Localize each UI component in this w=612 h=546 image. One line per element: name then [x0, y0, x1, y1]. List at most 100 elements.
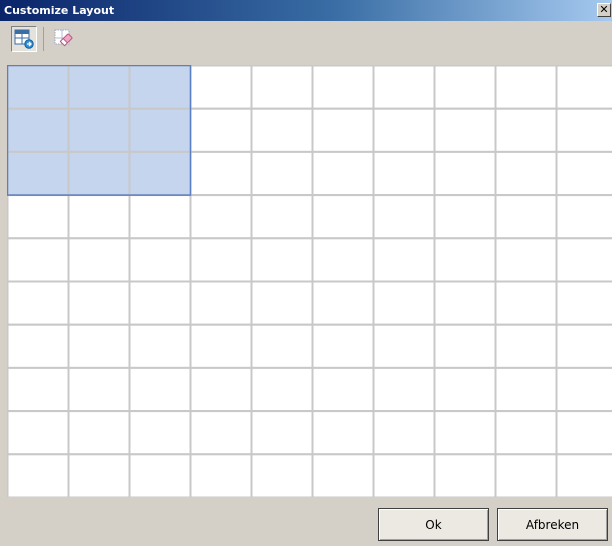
grid-cell[interactable]	[311, 280, 375, 326]
grid-cell[interactable]	[7, 194, 70, 240]
grid-cell[interactable]	[494, 150, 558, 197]
grid-cell-selected[interactable]	[67, 150, 131, 197]
grid-cell[interactable]	[372, 65, 436, 110]
grid-cell[interactable]	[494, 280, 558, 326]
grid-cell[interactable]	[7, 366, 70, 413]
grid-cell[interactable]	[433, 453, 497, 497]
grid-cell[interactable]	[311, 323, 375, 369]
grid-cell[interactable]	[189, 366, 253, 413]
grid-cell[interactable]	[494, 237, 558, 283]
grid-cell[interactable]	[250, 453, 314, 497]
grid-cell[interactable]	[494, 65, 558, 110]
grid-cell[interactable]	[128, 323, 192, 369]
grid-cell[interactable]	[311, 237, 375, 283]
grid-cell[interactable]	[372, 280, 436, 326]
grid-cell[interactable]	[189, 410, 253, 456]
grid-cell[interactable]	[555, 280, 612, 326]
grid-cell[interactable]	[433, 150, 497, 197]
grid-cell-selected[interactable]	[7, 107, 70, 153]
grid-cell[interactable]	[372, 150, 436, 197]
grid-cell[interactable]	[433, 280, 497, 326]
grid-cell[interactable]	[67, 194, 131, 240]
grid-cell[interactable]	[433, 237, 497, 283]
grid-cell[interactable]	[433, 107, 497, 153]
grid-cell-selected[interactable]	[128, 150, 192, 197]
grid-cell[interactable]	[250, 194, 314, 240]
grid-cell[interactable]	[189, 323, 253, 369]
grid-cell[interactable]	[250, 107, 314, 153]
close-button[interactable]: ✕	[597, 3, 611, 17]
grid-cell[interactable]	[433, 65, 497, 110]
grid-cell[interactable]	[494, 410, 558, 456]
grid-cell[interactable]	[433, 323, 497, 369]
grid-cell-selected[interactable]	[7, 150, 70, 197]
grid-cell[interactable]	[555, 453, 612, 497]
grid-cell-selected[interactable]	[67, 107, 131, 153]
grid-cell[interactable]	[7, 410, 70, 456]
table-layout-tool-button[interactable]	[11, 26, 37, 52]
grid-cell[interactable]	[7, 280, 70, 326]
grid-cell[interactable]	[372, 453, 436, 497]
grid-cell[interactable]	[128, 237, 192, 283]
grid-cell[interactable]	[250, 237, 314, 283]
grid-cell[interactable]	[555, 410, 612, 456]
grid-cell[interactable]	[128, 280, 192, 326]
grid-cell-selected[interactable]	[128, 65, 192, 110]
grid-cell[interactable]	[372, 194, 436, 240]
grid-cell[interactable]	[311, 107, 375, 153]
grid-cell[interactable]	[555, 237, 612, 283]
grid-cell-selected[interactable]	[7, 65, 70, 110]
grid-cell[interactable]	[433, 410, 497, 456]
grid-cell[interactable]	[67, 410, 131, 456]
grid-cell[interactable]	[311, 453, 375, 497]
grid-cell[interactable]	[311, 194, 375, 240]
grid-cell[interactable]	[250, 366, 314, 413]
ok-button[interactable]: Ok	[378, 508, 489, 541]
grid-cell[interactable]	[128, 366, 192, 413]
grid-cell[interactable]	[311, 150, 375, 197]
grid-cell[interactable]	[250, 323, 314, 369]
grid-cell[interactable]	[372, 107, 436, 153]
grid-cell[interactable]	[128, 453, 192, 497]
grid-cell[interactable]	[372, 366, 436, 413]
grid-cell[interactable]	[67, 237, 131, 283]
grid-cell[interactable]	[250, 410, 314, 456]
grid-cell[interactable]	[555, 65, 612, 110]
cancel-button[interactable]: Afbreken	[497, 508, 608, 541]
grid-cell[interactable]	[555, 366, 612, 413]
grid-cell[interactable]	[372, 323, 436, 369]
grid-cell[interactable]	[67, 280, 131, 326]
grid-cell[interactable]	[311, 366, 375, 413]
eraser-tool-button[interactable]	[51, 26, 77, 52]
grid-cell[interactable]	[250, 280, 314, 326]
grid-cell[interactable]	[189, 65, 253, 110]
grid-cell[interactable]	[555, 107, 612, 153]
grid-cell[interactable]	[250, 150, 314, 197]
grid-cell[interactable]	[189, 107, 253, 153]
grid-cell[interactable]	[128, 410, 192, 456]
grid-cell[interactable]	[7, 323, 70, 369]
layout-grid-canvas[interactable]	[7, 65, 612, 497]
grid-cell[interactable]	[189, 237, 253, 283]
grid-cell[interactable]	[250, 65, 314, 110]
grid-cell[interactable]	[7, 453, 70, 497]
grid-cell[interactable]	[494, 194, 558, 240]
grid-cell[interactable]	[433, 194, 497, 240]
grid-cell-selected[interactable]	[67, 65, 131, 110]
grid-cell[interactable]	[189, 194, 253, 240]
grid-cell[interactable]	[189, 453, 253, 497]
grid-cell[interactable]	[67, 323, 131, 369]
grid-cell[interactable]	[128, 194, 192, 240]
grid-cell-selected[interactable]	[128, 107, 192, 153]
grid-cell[interactable]	[189, 150, 253, 197]
grid-cell[interactable]	[189, 280, 253, 326]
grid-cell[interactable]	[7, 237, 70, 283]
grid-cell[interactable]	[555, 194, 612, 240]
grid-cell[interactable]	[494, 323, 558, 369]
grid-cell[interactable]	[494, 366, 558, 413]
grid-cell[interactable]	[555, 323, 612, 369]
grid-cell[interactable]	[67, 453, 131, 497]
grid-cell[interactable]	[372, 237, 436, 283]
layout-grid[interactable]	[7, 65, 612, 497]
grid-cell[interactable]	[67, 366, 131, 413]
